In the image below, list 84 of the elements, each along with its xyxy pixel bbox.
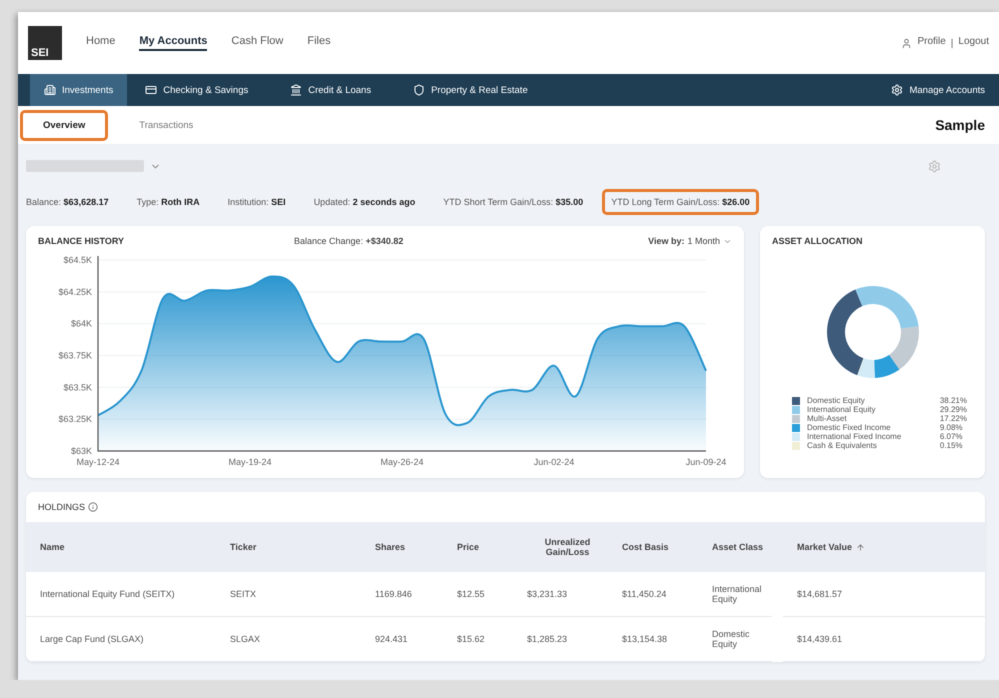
table-cell: $14,681.57	[783, 572, 985, 617]
axis-label: May-26-24	[380, 457, 424, 467]
sub-tab[interactable]: Transactions	[116, 110, 216, 140]
column-header[interactable]: Asset Class	[698, 522, 783, 572]
category-tab[interactable]: Checking & Savings	[131, 74, 262, 106]
logo: SEI	[28, 26, 62, 60]
table-cell: 924.431	[361, 617, 443, 662]
summary-item: YTD Short Term Gain/Loss: $35.00	[442, 196, 584, 209]
axis-label: $63.75K	[58, 350, 92, 360]
axis-label: $63.25K	[58, 414, 92, 424]
axis-label: Jun-09-24	[686, 457, 726, 467]
category-tab[interactable]: Investments	[30, 74, 128, 106]
separator: |	[950, 38, 954, 48]
category-tab[interactable]: Credit & Loans	[276, 74, 386, 106]
balance-change: Balance Change: +$340.82	[294, 236, 404, 246]
legend-label: Multi-Asset	[807, 414, 848, 423]
table-cell: International Equity Fund (SEITX)	[26, 572, 216, 617]
summary-item: Type: Roth IRA	[136, 196, 201, 209]
card-title: ASSET ALLOCATION	[772, 236, 862, 246]
summary-item: YTD Long Term Gain/Loss: $26.00	[602, 189, 759, 215]
summary-item: Updated: 2 seconds ago	[312, 196, 416, 209]
sort-icon	[856, 542, 866, 552]
card-title: BALANCE HISTORY	[38, 236, 124, 246]
table-cell: $3,231.33	[513, 572, 608, 617]
table-cell: SLGAX	[216, 617, 361, 662]
sample-label: Sample	[935, 117, 985, 133]
column-header[interactable]: Shares	[361, 522, 443, 572]
table-cell: International Equity	[698, 572, 772, 617]
table-cell: $11,450.24	[608, 572, 698, 617]
axis-label: $64K	[70, 318, 92, 329]
profile-link[interactable]: Profile	[917, 36, 946, 50]
legend-label: International Fixed Income	[807, 432, 902, 441]
legend-label: Cash & Equivalents	[807, 441, 878, 450]
axis-label: Jun-02-24	[534, 457, 574, 467]
axis-label: $63K	[70, 446, 92, 456]
card-title: HOLDINGS	[38, 502, 86, 512]
settings-icon[interactable]	[928, 160, 941, 172]
column-header[interactable]: Market Value	[783, 522, 985, 572]
buildings-icon	[44, 84, 56, 96]
nav-link[interactable]: My Accounts	[139, 35, 208, 51]
manage-accounts-button[interactable]: Manage Accounts	[877, 74, 999, 106]
table-cell: $1,285.23	[513, 617, 608, 662]
legend-value: 6.07%	[940, 432, 964, 441]
column-header[interactable]: Ticker	[216, 522, 361, 572]
table-cell: $12.55	[443, 572, 513, 617]
summary-item: Balance: $63,628.17	[25, 196, 110, 209]
user-icon	[901, 38, 912, 48]
legend-value: 29.29%	[940, 405, 967, 414]
legend-label: Domestic Fixed Income	[807, 423, 892, 432]
card-icon	[145, 84, 158, 96]
shield-icon	[413, 84, 426, 96]
legend-label: International Equity	[807, 405, 876, 414]
axis-label: $63.5K	[63, 382, 92, 392]
axis-label: $64.25K	[58, 286, 92, 297]
legend-value: 38.21%	[940, 396, 967, 405]
column-header[interactable]: Name	[26, 522, 216, 572]
bank-icon	[290, 84, 302, 96]
nav-link[interactable]: Files	[307, 35, 331, 51]
legend-label: Domestic Equity	[807, 396, 866, 405]
legend-value: 0.15%	[940, 441, 964, 450]
summary-item: Institution: SEI	[226, 196, 287, 209]
legend-value: 17.22%	[940, 414, 967, 423]
table-cell: Large Cap Fund (SLGAX)	[26, 617, 216, 662]
axis-label: May-12-24	[76, 457, 120, 467]
settings-icon	[891, 84, 904, 96]
category-tab[interactable]: Property & Real Estate	[399, 74, 542, 106]
sub-tab[interactable]: Overview	[20, 110, 108, 140]
column-header[interactable]: Cost Basis	[608, 522, 698, 572]
table-cell: Domestic Equity	[698, 617, 772, 662]
table-cell: $13,154.38	[608, 617, 698, 662]
table-cell: 1169.846	[361, 572, 443, 617]
nav-link[interactable]: Home	[86, 35, 116, 51]
nav-link[interactable]: Cash Flow	[231, 35, 284, 51]
table-cell: $15.62	[443, 617, 513, 662]
table-cell: $14,439.61	[783, 617, 985, 662]
legend-value: 9.08%	[940, 423, 964, 432]
axis-label: May-19-24	[228, 457, 272, 467]
logout-link[interactable]: Logout	[958, 36, 989, 50]
column-header[interactable]: Price	[443, 522, 513, 572]
axis-label: $64.5K	[63, 255, 92, 265]
view-by-select[interactable]: View by: 1 Month	[648, 236, 732, 246]
table-cell: SEITX	[216, 572, 361, 617]
info-icon[interactable]	[88, 502, 98, 512]
column-header[interactable]: Unrealized Gain/Loss	[513, 522, 608, 572]
